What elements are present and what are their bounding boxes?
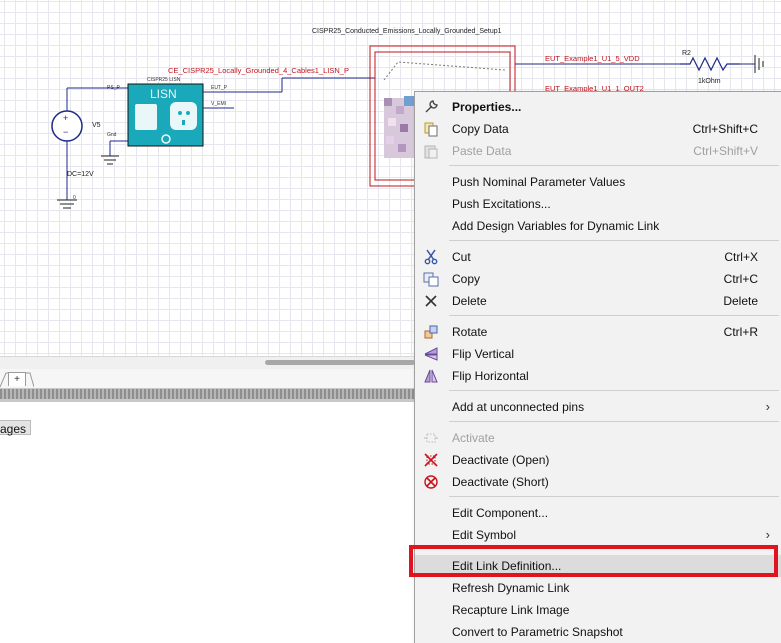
menu-item-label: Cut xyxy=(452,250,471,264)
copy-icon xyxy=(423,272,439,287)
menu-item-refresh-dynamic-link[interactable]: Refresh Dynamic Link xyxy=(415,577,781,599)
menu-item-push-excitations[interactable]: Push Excitations... xyxy=(415,193,781,215)
activate-icon xyxy=(424,433,438,443)
menu-item-edit-symbol[interactable]: Edit Symbol › xyxy=(415,524,781,546)
net-label-vdd[interactable]: EUT_Example1_U1_5_VDD xyxy=(545,55,640,63)
menu-item-rotate[interactable]: Rotate Ctrl+R xyxy=(415,321,781,343)
menu-item-label: Refresh Dynamic Link xyxy=(452,581,570,595)
wrench-icon xyxy=(425,100,438,113)
menu-item-label: Rotate xyxy=(452,325,488,339)
scissors-icon xyxy=(424,249,438,265)
menu-separator xyxy=(449,421,779,422)
source-minus-sign: − xyxy=(63,127,69,137)
menu-separator xyxy=(449,496,779,497)
menu-item-copy[interactable]: Copy Ctrl+C xyxy=(415,268,781,290)
menu-item-label: Copy xyxy=(452,272,481,286)
menu-item-activate: Activate xyxy=(415,427,781,449)
menu-item-push-nominal[interactable]: Push Nominal Parameter Values xyxy=(415,171,781,193)
source-name-label: V5 xyxy=(92,122,101,129)
ground-symbol-lisn xyxy=(101,155,119,165)
delete-x-icon xyxy=(425,295,437,307)
resistor-name-label: R2 xyxy=(682,50,691,57)
menu-item-label: Copy Data xyxy=(452,122,509,136)
menu-item-shortcut: Ctrl+X xyxy=(724,250,758,264)
menu-item-convert-parametric-snapshot[interactable]: Convert to Parametric Snapshot xyxy=(415,621,781,643)
link-preview-image xyxy=(384,96,414,158)
menu-item-copy-data[interactable]: Copy Data Ctrl+Shift+C xyxy=(415,118,781,140)
lisn-component-label: CISPR25 LISN xyxy=(147,77,181,83)
lisn-title: LISN xyxy=(150,87,177,101)
menu-item-label: Deactivate (Open) xyxy=(452,453,550,467)
menu-item-add-at-unconnected-pins[interactable]: Add at unconnected pins › xyxy=(415,396,781,418)
lisn-pin-eut-label: EUT_P xyxy=(211,85,228,91)
menu-item-properties[interactable]: Properties... xyxy=(415,96,781,118)
menu-item-label: Activate xyxy=(452,431,495,445)
menu-item-deactivate-open[interactable]: Deactivate (Open) xyxy=(415,449,781,471)
copy-data-icon xyxy=(424,122,438,137)
messages-tab[interactable]: ages xyxy=(0,420,32,436)
source-value-label: DC=12V xyxy=(67,171,94,178)
ground-symbol-source xyxy=(57,199,77,209)
menu-item-label: Deactivate (Short) xyxy=(452,475,549,489)
submenu-arrow-icon: › xyxy=(765,527,770,542)
menu-item-shortcut: Ctrl+R xyxy=(723,325,758,339)
menu-item-flip-vertical[interactable]: Flip Vertical xyxy=(415,343,781,365)
menu-item-label: Edit Component... xyxy=(452,506,549,520)
menu-item-label: Recapture Link Image xyxy=(452,603,570,617)
flip-vertical-icon xyxy=(424,347,438,361)
menu-item-label: Push Nominal Parameter Values xyxy=(452,175,626,189)
menu-item-label: Properties... xyxy=(452,100,522,114)
menu-item-recapture-link-image[interactable]: Recapture Link Image xyxy=(415,599,781,621)
menu-item-label: Add Design Variables for Dynamic Link xyxy=(452,219,660,233)
menu-separator xyxy=(449,315,779,316)
paste-data-icon xyxy=(424,145,438,159)
menu-item-cut[interactable]: Cut Ctrl+X xyxy=(415,246,781,268)
rotate-icon xyxy=(424,325,438,339)
menu-item-delete[interactable]: Delete Delete xyxy=(415,290,781,312)
menu-item-label: Add at unconnected pins xyxy=(452,400,585,414)
menu-item-paste-data: Paste Data Ctrl+Shift+V xyxy=(415,140,781,162)
menu-item-label: Paste Data xyxy=(452,144,512,158)
menu-item-shortcut: Delete xyxy=(723,294,758,308)
cable-net-label[interactable]: CE_CISPR25_Locally_Grounded_4_Cables1_LI… xyxy=(168,67,349,75)
lisn-pin-vemi-label: V_EMI xyxy=(211,101,227,107)
menu-item-shortcut: Ctrl+C xyxy=(723,272,758,286)
ground-symbol-right xyxy=(740,55,764,73)
deactivate-open-icon xyxy=(424,453,438,467)
source-plus-sign: + xyxy=(63,113,69,123)
scrollbar-thumb[interactable] xyxy=(265,360,415,365)
deactivate-short-icon xyxy=(424,475,438,489)
menu-item-label: Push Excitations... xyxy=(452,197,551,211)
resistor-value-label: 1kOhm xyxy=(698,78,721,85)
add-tab-button[interactable]: + xyxy=(8,372,26,386)
menu-item-deactivate-short[interactable]: Deactivate (Short) xyxy=(415,471,781,493)
menu-separator xyxy=(449,240,779,241)
menu-item-add-design-variables[interactable]: Add Design Variables for Dynamic Link xyxy=(415,215,781,237)
menu-separator xyxy=(449,390,779,391)
menu-item-label: Flip Vertical xyxy=(452,347,515,361)
menu-item-shortcut: Ctrl+Shift+C xyxy=(692,122,758,136)
menu-item-label: Convert to Parametric Snapshot xyxy=(452,625,623,639)
source-node-label: 0 xyxy=(73,195,76,201)
submenu-arrow-icon: › xyxy=(765,399,770,414)
flip-horizontal-icon xyxy=(424,369,438,383)
menu-item-label: Delete xyxy=(452,294,487,308)
menu-item-label: Edit Symbol xyxy=(452,528,517,542)
menu-item-edit-component[interactable]: Edit Component... xyxy=(415,502,781,524)
menu-item-flip-horizontal[interactable]: Flip Horizontal xyxy=(415,365,781,387)
lisn-pin-ps-label: PS_P xyxy=(107,85,120,91)
resistor-symbol xyxy=(680,56,740,72)
menu-item-shortcut: Ctrl+Shift+V xyxy=(693,144,758,158)
highlight-annotation-box xyxy=(409,545,778,577)
menu-item-label: Flip Horizontal xyxy=(452,369,529,383)
menu-separator xyxy=(449,165,779,166)
setup-title-label: CISPR25_Conducted_Emissions_Locally_Grou… xyxy=(312,28,502,35)
lisn-pin-gnd-label: Gnd xyxy=(107,132,117,138)
